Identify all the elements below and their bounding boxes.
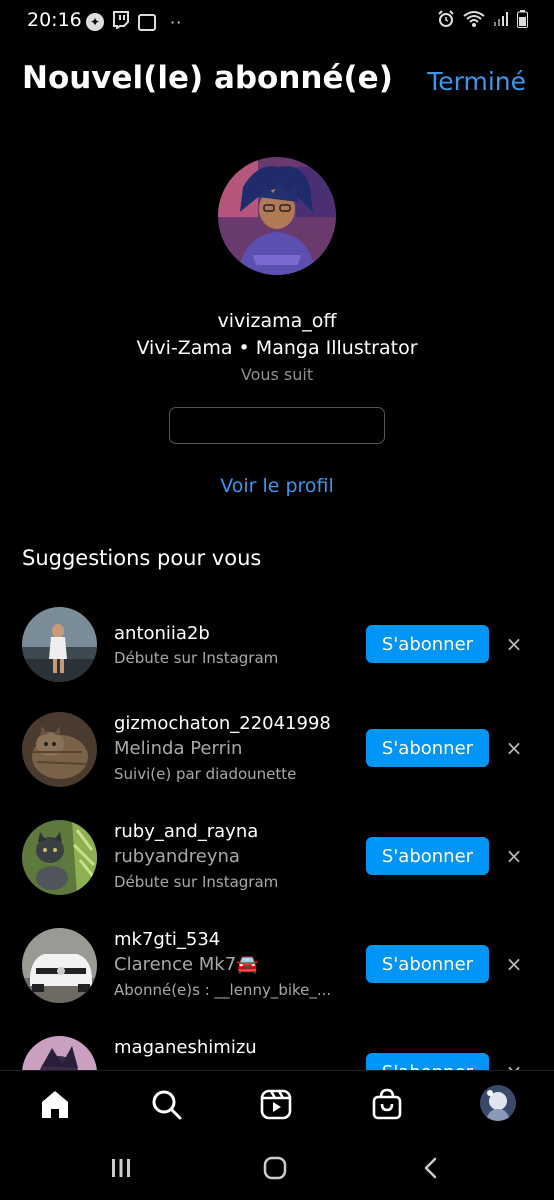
suggestions-title: Suggestions pour vous [22,546,262,570]
suggestion-row[interactable]: antoniia2b Débute sur Instagram S'abonne… [0,603,554,703]
recent-apps-icon[interactable] [109,1156,133,1184]
shop-icon[interactable] [370,1087,404,1121]
bottom-nav [0,1070,554,1136]
search-icon[interactable] [149,1087,183,1121]
reels-icon[interactable] [259,1087,293,1121]
suggestion-avatar[interactable] [22,928,97,1003]
home-button-icon[interactable] [263,1156,287,1184]
system-nav [0,1136,554,1200]
status-bar: 20:16 ✦ ·· [0,0,554,42]
follow-button[interactable]: S'abonner [366,837,489,875]
back-icon[interactable] [419,1156,443,1184]
signal-icon [493,11,509,31]
profile-fullname: Vivi-Zama • Manga Illustrator [136,337,418,359]
follows-you-label: Vous suit [240,365,314,384]
suggestion-avatar[interactable] [22,820,97,895]
system-status-icons [437,10,528,32]
home-icon[interactable] [38,1087,72,1121]
suggestion-username[interactable]: ruby_and_rayna [114,820,278,844]
follow-button[interactable]: S'abonner [366,945,489,983]
suggestion-subtitle: Débute sur Instagram [114,649,279,667]
profile-username[interactable]: vivizama_off [0,310,554,332]
alarm-icon [437,10,455,32]
suggestion-subtitle: Débute sur Instagram [114,873,279,891]
suggestion-username[interactable]: maganeshimizu [114,1036,257,1060]
suggestion-row[interactable]: gizmochaton_22041998 Melinda Perrin Suiv… [0,708,554,808]
voicemail-icon [138,13,156,31]
suggestion-fullname: Clarence Mk7🚘 [114,954,259,975]
page-title: Nouvel(le) abonné(e) [22,60,393,96]
dismiss-icon[interactable]: × [503,737,525,759]
suggestion-username[interactable]: gizmochaton_22041998 [114,712,331,736]
suggestion-fullname: Melinda Perrin [114,738,243,759]
suggestion-avatar[interactable] [22,712,97,787]
suggestion-subtitle: Abonné(e)s : __lenny_bike_... [114,981,332,999]
dismiss-icon[interactable]: × [503,953,525,975]
notification-icons: ✦ ·· [86,11,182,33]
follow-back-button[interactable] [169,407,385,444]
view-profile-link[interactable]: Voir le profil [0,475,554,497]
done-button[interactable]: Terminé [427,67,526,96]
follow-button[interactable]: S'abonner [366,729,489,767]
twitch-icon [112,11,130,33]
follow-button[interactable]: S'abonner [366,625,489,663]
dismiss-icon[interactable]: × [503,633,525,655]
battery-icon [517,10,528,32]
suggestion-row[interactable]: mk7gti_534 Clarence Mk7🚘 Abonné(e)s : __… [0,924,554,1024]
more-notifications-icon: ·· [170,12,183,32]
dismiss-icon[interactable]: × [503,845,525,867]
suggestion-subtitle: Suivi(e) par diadounette [114,765,297,783]
suggestion-username[interactable]: mk7gti_534 [114,928,331,952]
status-time: 20:16 [27,9,82,31]
suggestion-username[interactable]: antoniia2b [114,622,278,646]
suggestion-row[interactable]: ruby_and_rayna rubyandreyna Débute sur I… [0,816,554,916]
wifi-icon [463,10,485,32]
notification-circle-icon: ✦ [86,13,104,31]
suggestion-fullname: rubyandreyna [114,846,240,867]
profile-tab-avatar[interactable] [480,1085,516,1121]
profile-avatar[interactable] [218,157,336,275]
suggestion-avatar[interactable] [22,607,97,682]
